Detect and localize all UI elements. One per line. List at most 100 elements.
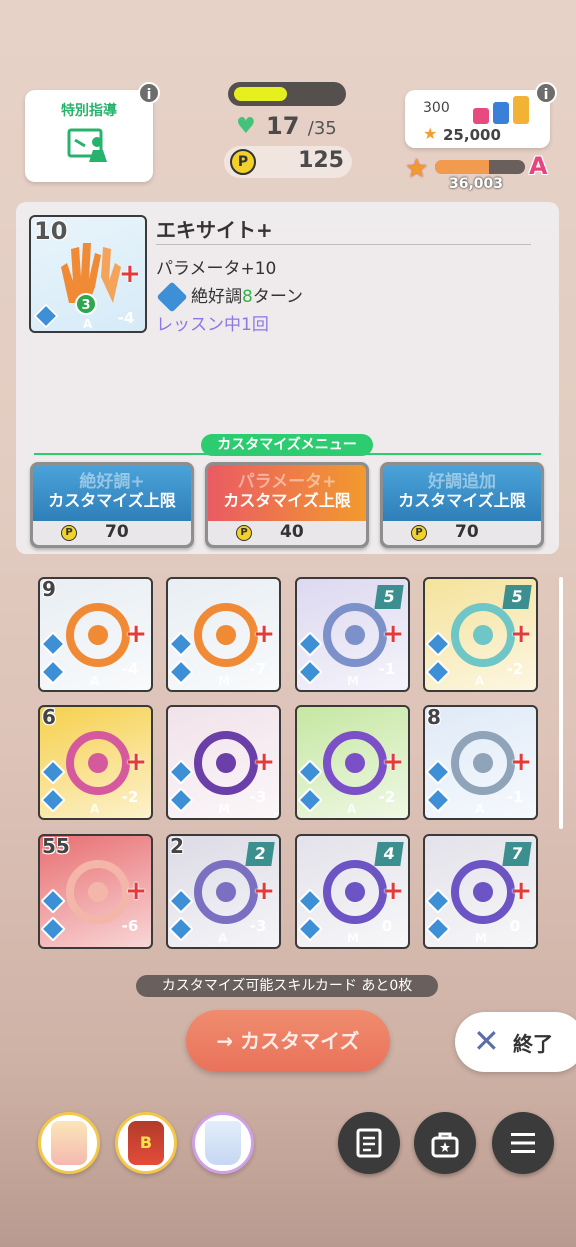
customize-option-top: 好調追加 カスタマイズ上限 bbox=[383, 465, 541, 521]
score-300: 300 bbox=[423, 100, 450, 116]
score-bars-icon bbox=[467, 94, 531, 124]
card-count-badge: 5 bbox=[502, 585, 532, 609]
p-coin-icon: P bbox=[236, 525, 252, 541]
skill-card-grid: 9+A-4+M-75+M-15+A-26+A-2+M-3+A-28+A-155+… bbox=[38, 577, 538, 957]
skill-card[interactable]: 5 + M -1 bbox=[295, 577, 410, 692]
plus-icon: + bbox=[382, 619, 404, 649]
bag-icon bbox=[431, 1132, 459, 1158]
hp-value: 17 /35 bbox=[266, 112, 337, 140]
skill-card[interactable]: 6 + A -2 bbox=[38, 705, 153, 820]
skill-card[interactable]: + A -2 bbox=[295, 705, 410, 820]
customize-option-label: カスタマイズ上限 bbox=[223, 491, 351, 510]
plus-icon: + bbox=[119, 259, 141, 289]
card-effect-condition: 絶好調8ターン bbox=[156, 281, 303, 313]
card-cost: -2 bbox=[115, 776, 145, 810]
skill-card[interactable]: 4 + M0 bbox=[295, 834, 410, 949]
p-points-value: 125 bbox=[298, 148, 344, 173]
star-icon: ★ bbox=[423, 124, 438, 143]
customize-option-button[interactable]: 絶好調+ カスタマイズ上限 P 70 bbox=[30, 462, 194, 548]
stamina-bar bbox=[228, 82, 346, 106]
rank-progress-fill bbox=[435, 160, 489, 174]
card-cost: -2 bbox=[500, 648, 530, 682]
card-type-letter: A bbox=[83, 317, 93, 331]
card-type-letter: M bbox=[475, 931, 487, 945]
skill-card[interactable]: 9 + A -4 bbox=[38, 577, 153, 692]
scrollbar[interactable] bbox=[559, 577, 563, 829]
customize-button-label: カスタマイズ bbox=[240, 1029, 360, 1053]
card-type-icon bbox=[33, 303, 59, 329]
score-box[interactable]: 300 ★ 25,000 bbox=[405, 90, 550, 148]
card-cost: 0 bbox=[500, 905, 530, 939]
card-count-badge: 2 bbox=[245, 842, 275, 866]
customize-option-top: パラメータ+ カスタマイズ上限 bbox=[208, 465, 366, 521]
card-level: 6 bbox=[42, 705, 56, 729]
card-cost: -4 bbox=[111, 297, 141, 331]
customize-option-cost: P 70 bbox=[383, 521, 541, 545]
customize-option-cost: P 70 bbox=[33, 521, 191, 545]
customize-option-top: 絶好調+ カスタマイズ上限 bbox=[33, 465, 191, 521]
stamina-fill bbox=[234, 87, 287, 101]
p-coin-icon: P bbox=[230, 149, 256, 175]
card-cost: -7 bbox=[243, 648, 273, 682]
card-cost: -2 bbox=[372, 776, 402, 810]
hp-display: ♥ 17 /35 bbox=[236, 110, 356, 142]
p-coin-icon: P bbox=[61, 525, 77, 541]
card-type-letter: M bbox=[347, 931, 359, 945]
arrow-icon: → bbox=[216, 1029, 234, 1053]
item-juice-cup[interactable] bbox=[192, 1112, 254, 1174]
customize-option-button[interactable]: パラメータ+ カスタマイズ上限 P 40 bbox=[205, 462, 369, 548]
memo-button[interactable] bbox=[338, 1112, 400, 1174]
remaining-cards-notice: カスタマイズ可能スキルカード あと0枚 bbox=[136, 975, 438, 997]
customize-option-label: カスタマイズ上限 bbox=[48, 491, 176, 510]
end-button[interactable]: ✕ 終了 bbox=[455, 1012, 576, 1072]
info-icon[interactable]: i bbox=[138, 82, 160, 104]
customize-option-cost: P 40 bbox=[208, 521, 366, 545]
plus-icon: + bbox=[253, 876, 275, 906]
menu-button[interactable] bbox=[492, 1112, 554, 1174]
card-type-letter: A bbox=[90, 802, 100, 816]
skill-card[interactable]: 8 + A -1 bbox=[423, 705, 538, 820]
skill-card[interactable]: 2 2 + A -3 bbox=[166, 834, 281, 949]
card-level: 9 bbox=[42, 577, 56, 601]
juice-cup-icon bbox=[205, 1121, 241, 1165]
plus-icon: + bbox=[510, 619, 532, 649]
rank-value: 36,003 bbox=[449, 176, 504, 192]
plus-icon: + bbox=[253, 619, 275, 649]
close-icon: ✕ bbox=[473, 1022, 500, 1060]
info-icon[interactable]: i bbox=[535, 82, 557, 104]
plus-icon: + bbox=[253, 747, 275, 777]
rank-progress-bar bbox=[435, 160, 525, 174]
plus-icon: + bbox=[125, 619, 147, 649]
energy-drink-icon: B bbox=[128, 1121, 164, 1165]
card-title: エキサイト+ bbox=[156, 218, 273, 242]
card-count-badge: 4 bbox=[374, 842, 404, 866]
card-cost: -4 bbox=[115, 648, 145, 682]
customize-button[interactable]: → カスタマイズ bbox=[186, 1010, 390, 1072]
skill-card[interactable]: + M -7 bbox=[166, 577, 281, 692]
skill-card[interactable]: 7 + M0 bbox=[423, 834, 538, 949]
item-energy-drink[interactable]: B bbox=[115, 1112, 177, 1174]
skill-card[interactable]: 55 +-6 bbox=[38, 834, 153, 949]
customize-option-button[interactable]: 好調追加 カスタマイズ上限 P 70 bbox=[380, 462, 544, 548]
bag-button[interactable] bbox=[414, 1112, 476, 1174]
card-type-letter: A bbox=[475, 802, 485, 816]
card-badge-num: 3 bbox=[75, 293, 97, 315]
customize-menu-label: カスタマイズメニュー bbox=[201, 434, 373, 456]
end-button-label: 終了 bbox=[513, 1032, 553, 1056]
card-level: 8 bbox=[427, 705, 441, 729]
skill-card[interactable]: + M -3 bbox=[166, 705, 281, 820]
special-guidance-button[interactable]: 特別指導 bbox=[25, 90, 153, 182]
card-cost: 0 bbox=[372, 905, 402, 939]
heart-icon: ♥ bbox=[236, 114, 256, 139]
card-type-letter: A bbox=[90, 674, 100, 688]
card-type-letter: A bbox=[475, 674, 485, 688]
p-coin-icon: P bbox=[411, 525, 427, 541]
strawberry-drink-icon bbox=[51, 1121, 87, 1165]
card-detail-panel: 10 + 3 A -4 エキサイト+ パラメータ+10 絶好調8ターン レッスン… bbox=[16, 202, 559, 554]
skill-card[interactable]: 5 + A -2 bbox=[423, 577, 538, 692]
item-strawberry-drink[interactable] bbox=[38, 1112, 100, 1174]
card-cost: -1 bbox=[500, 776, 530, 810]
card-type-letter: M bbox=[218, 802, 230, 816]
plus-icon: + bbox=[510, 876, 532, 906]
menu-icon bbox=[511, 1133, 535, 1153]
